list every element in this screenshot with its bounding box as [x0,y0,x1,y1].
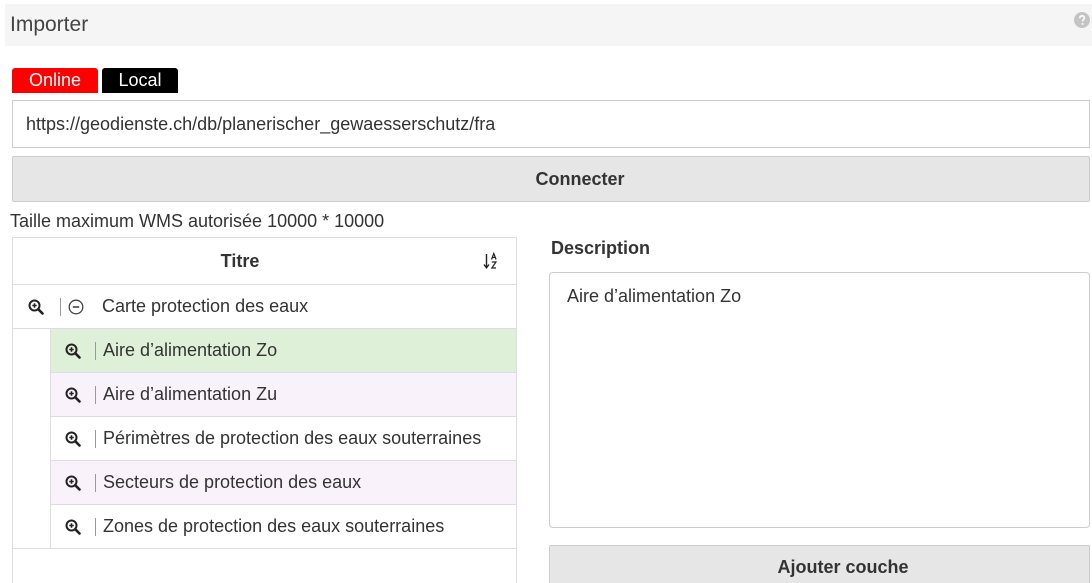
separator [95,518,96,536]
separator [60,298,61,316]
description-text: Aire d’alimentation Zo [567,286,742,306]
layer-label: Secteurs de protection des eaux [103,472,362,492]
connect-button[interactable]: Connecter [12,156,1090,202]
description-label: Description [551,238,651,258]
tab-online[interactable]: Online [12,68,98,93]
zoom-in-icon[interactable] [28,299,44,315]
layer-group-row[interactable]: Carte protection des eaux [13,285,516,329]
zoom-in-icon[interactable] [65,475,81,491]
zoom-in-icon[interactable] [65,431,81,447]
separator [95,342,96,360]
zoom-in-icon[interactable] [65,519,81,535]
max-size-info: Taille maximum WMS autorisée 10000 * 100… [10,211,385,231]
tab-local[interactable]: Local [102,68,178,93]
layer-row[interactable]: Zones de protection des eaux souterraine… [51,505,516,548]
sort-alpha-down-icon[interactable] [483,252,499,270]
layer-tree: Titre Carte protection des eaux Aire d’a… [12,237,517,583]
description-box: Aire d’alimentation Zo [549,272,1090,528]
layer-label: Aire d’alimentation Zo [103,340,278,360]
separator [95,474,96,492]
layer-row[interactable]: Aire d’alimentation Zo [51,329,516,373]
layer-row[interactable]: Périmètres de protection des eaux souter… [51,417,516,461]
layer-row[interactable]: Secteurs de protection des eaux [51,461,516,505]
add-layer-button[interactable]: Ajouter couche [549,545,1090,583]
help-icon[interactable] [1074,12,1090,28]
layer-label: Aire d’alimentation Zu [103,384,278,404]
column-header-title: Titre [220,251,260,271]
layer-label: Zones de protection des eaux souterraine… [103,516,445,536]
layer-group-children: Aire d’alimentation Zo Aire d’alimentati… [13,329,516,549]
zoom-in-icon[interactable] [65,387,81,403]
separator [95,386,96,404]
service-url-input[interactable] [12,100,1090,148]
layer-tree-header: Titre [13,238,516,285]
tree-indent [13,329,51,548]
panel-header: Importer [5,4,1092,46]
layer-group-label: Carte protection des eaux [102,296,309,316]
panel-title: Importer [10,13,89,36]
layer-label: Périmètres de protection des eaux souter… [103,428,482,448]
zoom-in-icon[interactable] [65,343,81,359]
layer-row[interactable]: Aire d’alimentation Zu [51,373,516,417]
separator [95,430,96,448]
layer-list: Aire d’alimentation Zo Aire d’alimentati… [51,329,516,548]
collapse-icon[interactable] [68,299,84,315]
